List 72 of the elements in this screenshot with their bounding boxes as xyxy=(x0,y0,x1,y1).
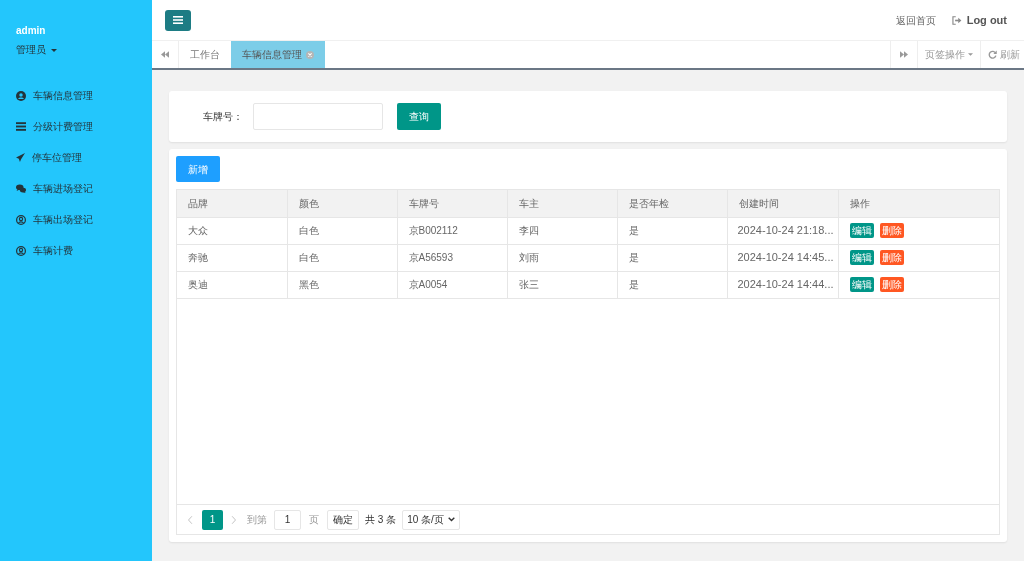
page-label: 页 xyxy=(309,513,319,527)
edit-button[interactable]: 编辑 xyxy=(849,277,874,292)
table-cell: 京B002112 xyxy=(397,217,507,244)
chevron-right-icon xyxy=(231,514,237,525)
chat-bubbles-icon xyxy=(16,184,26,193)
column-header: 车主 xyxy=(507,190,617,217)
sidebar-menu-item[interactable]: 车辆计费 xyxy=(0,235,152,266)
column-header: 创建时间 xyxy=(727,190,838,217)
table-cell: 是 xyxy=(617,217,727,244)
user-name: admin xyxy=(15,25,47,37)
table-cell: 大众 xyxy=(177,217,287,244)
edit-button[interactable]: 编辑 xyxy=(849,223,874,238)
paper-plane-icon xyxy=(16,153,25,162)
home-link[interactable]: 返回首页 xyxy=(895,12,936,28)
table-cell: 白色 xyxy=(287,244,397,271)
table-cell: 刘雨 xyxy=(507,244,617,271)
menu-icon xyxy=(173,16,183,24)
table-cell: 京A56593 xyxy=(397,244,507,271)
delete-button[interactable]: 删除 xyxy=(879,277,904,292)
person-circle-icon xyxy=(16,90,26,101)
column-header: 品牌 xyxy=(177,190,287,217)
table-cell: 奥迪 xyxy=(177,271,287,298)
table-cell: 京A0054 xyxy=(397,271,507,298)
close-icon xyxy=(306,50,314,59)
delete-button[interactable]: 删除 xyxy=(879,223,904,238)
logout-icon xyxy=(951,15,962,25)
table-cell: 白色 xyxy=(287,217,397,244)
refresh-icon xyxy=(988,50,997,59)
person-circle-icon xyxy=(16,245,26,256)
goto-page-input[interactable]: 1 xyxy=(274,509,301,530)
chevron-down-icon xyxy=(447,517,455,522)
column-header: 是否年检 xyxy=(617,190,727,217)
column-header: 车牌号 xyxy=(397,190,507,217)
page-tab[interactable]: 工作台 xyxy=(179,41,231,68)
table-cell: 是 xyxy=(617,244,727,271)
column-header: 颜色 xyxy=(287,190,397,217)
page-button[interactable]: 1 xyxy=(202,509,223,530)
list-icon xyxy=(16,122,26,131)
plate-number-input[interactable] xyxy=(253,103,383,130)
table-cell: 张三 xyxy=(507,271,617,298)
logout-link[interactable]: Log out xyxy=(951,11,1007,29)
table-cell: 2024-10-24 14:44... xyxy=(727,271,838,298)
sidebar-menu-item[interactable]: 车辆信息管理 xyxy=(0,80,152,111)
add-button[interactable]: 新增 xyxy=(176,156,220,182)
table-cell: 奔驰 xyxy=(177,244,287,271)
page-size-select[interactable]: 10 条/页 xyxy=(402,509,460,530)
caret-down-icon xyxy=(968,53,973,56)
double-arrow-right-icon xyxy=(900,51,908,58)
table-cell: 2024-10-24 21:18... xyxy=(727,217,838,244)
caret-down-icon xyxy=(51,48,57,52)
confirm-button[interactable]: 确定 xyxy=(327,509,359,530)
sidebar-menu-item[interactable]: 车辆进场登记 xyxy=(0,173,152,204)
column-header: 操作 xyxy=(838,190,999,217)
sidebar-menu-item[interactable]: 停车位管理 xyxy=(0,142,152,173)
table-cell: 是 xyxy=(617,271,727,298)
plate-number-label: 车牌号： xyxy=(203,110,244,124)
delete-button[interactable]: 删除 xyxy=(879,250,904,265)
chevron-left-icon xyxy=(187,514,193,525)
total-count: 共 3 条 xyxy=(365,513,397,527)
goto-label: 到第 xyxy=(247,513,267,527)
sidebar-menu-item[interactable]: 分级计费管理 xyxy=(0,111,152,142)
table-cell: 李四 xyxy=(507,217,617,244)
table-cell: 黑色 xyxy=(287,271,397,298)
person-circle-icon xyxy=(16,214,26,225)
sidebar-menu-item[interactable]: 车辆出场登记 xyxy=(0,204,152,235)
edit-button[interactable]: 编辑 xyxy=(849,250,874,265)
menu-toggle-button[interactable] xyxy=(165,9,191,31)
search-button[interactable]: 查询 xyxy=(397,103,441,130)
table-cell: 2024-10-24 14:45... xyxy=(727,244,838,271)
role-dropdown[interactable]: 管理员 xyxy=(0,44,152,56)
double-arrow-left-icon xyxy=(161,51,169,58)
page-tab[interactable]: 车辆信息管理 xyxy=(231,41,325,68)
